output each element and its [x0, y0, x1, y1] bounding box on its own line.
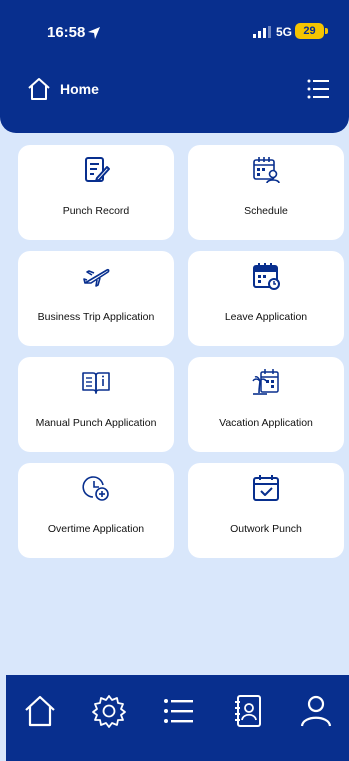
- contacts-icon: [235, 695, 261, 727]
- bottom-tab-bar: [6, 675, 349, 761]
- card-label: Leave Application: [224, 311, 308, 323]
- tab-list[interactable]: [159, 692, 197, 730]
- app-screen: 16:58 5G 29 Home Punch Record Schedule B…: [0, 0, 349, 761]
- card-label: Schedule: [244, 205, 288, 217]
- overtime-application-card[interactable]: Overtime Application: [18, 463, 174, 558]
- punch-record-card[interactable]: Punch Record: [18, 145, 174, 240]
- settings-icon: [92, 695, 126, 728]
- home-icon: [28, 78, 50, 100]
- signal-icon: [253, 26, 271, 38]
- card-label: Punch Record: [62, 205, 130, 217]
- document-edit-icon: [81, 155, 111, 185]
- status-time: 16:58: [47, 24, 86, 41]
- calendar-check-icon: [251, 473, 281, 503]
- card-label: Overtime Application: [47, 523, 145, 535]
- list-icon: [164, 699, 193, 723]
- open-book-icon: [81, 367, 111, 397]
- home-icon: [25, 695, 55, 727]
- vacation-application-card[interactable]: Vacation Application: [188, 357, 344, 452]
- battery-level: 29: [303, 25, 316, 37]
- card-label: Vacation Application: [219, 417, 313, 429]
- tab-home[interactable]: [21, 692, 59, 730]
- battery-tip: [325, 28, 328, 34]
- card-label: Manual Punch Application: [35, 417, 157, 429]
- menu-list-icon[interactable]: [306, 77, 330, 101]
- page-title: Home: [60, 81, 99, 97]
- header: 16:58 5G 29 Home: [0, 0, 349, 133]
- manual-punch-card[interactable]: Manual Punch Application: [18, 357, 174, 452]
- leave-application-card[interactable]: Leave Application: [188, 251, 344, 346]
- battery-icon: 29: [295, 23, 324, 39]
- profile-icon: [300, 695, 332, 727]
- home-nav-button[interactable]: Home: [26, 76, 99, 102]
- tab-settings[interactable]: [90, 692, 128, 730]
- airplane-icon: [81, 261, 111, 291]
- tab-profile[interactable]: [297, 692, 335, 730]
- palm-calendar-icon: [251, 367, 281, 397]
- location-arrow-icon: [88, 27, 100, 39]
- calendar-clock-icon: [251, 261, 281, 291]
- schedule-card[interactable]: Schedule: [188, 145, 344, 240]
- tab-contacts[interactable]: [229, 692, 267, 730]
- menu-grid: Punch Record Schedule Business Trip Appl…: [18, 145, 344, 558]
- status-bar: 16:58 5G 29: [0, 0, 349, 60]
- clock-plus-icon: [81, 473, 111, 503]
- card-label: Outwork Punch: [230, 523, 302, 535]
- outwork-punch-card[interactable]: Outwork Punch: [188, 463, 344, 558]
- business-trip-card[interactable]: Business Trip Application: [18, 251, 174, 346]
- network-type: 5G: [276, 25, 293, 39]
- card-label: Business Trip Application: [37, 311, 155, 323]
- calendar-person-icon: [251, 155, 281, 185]
